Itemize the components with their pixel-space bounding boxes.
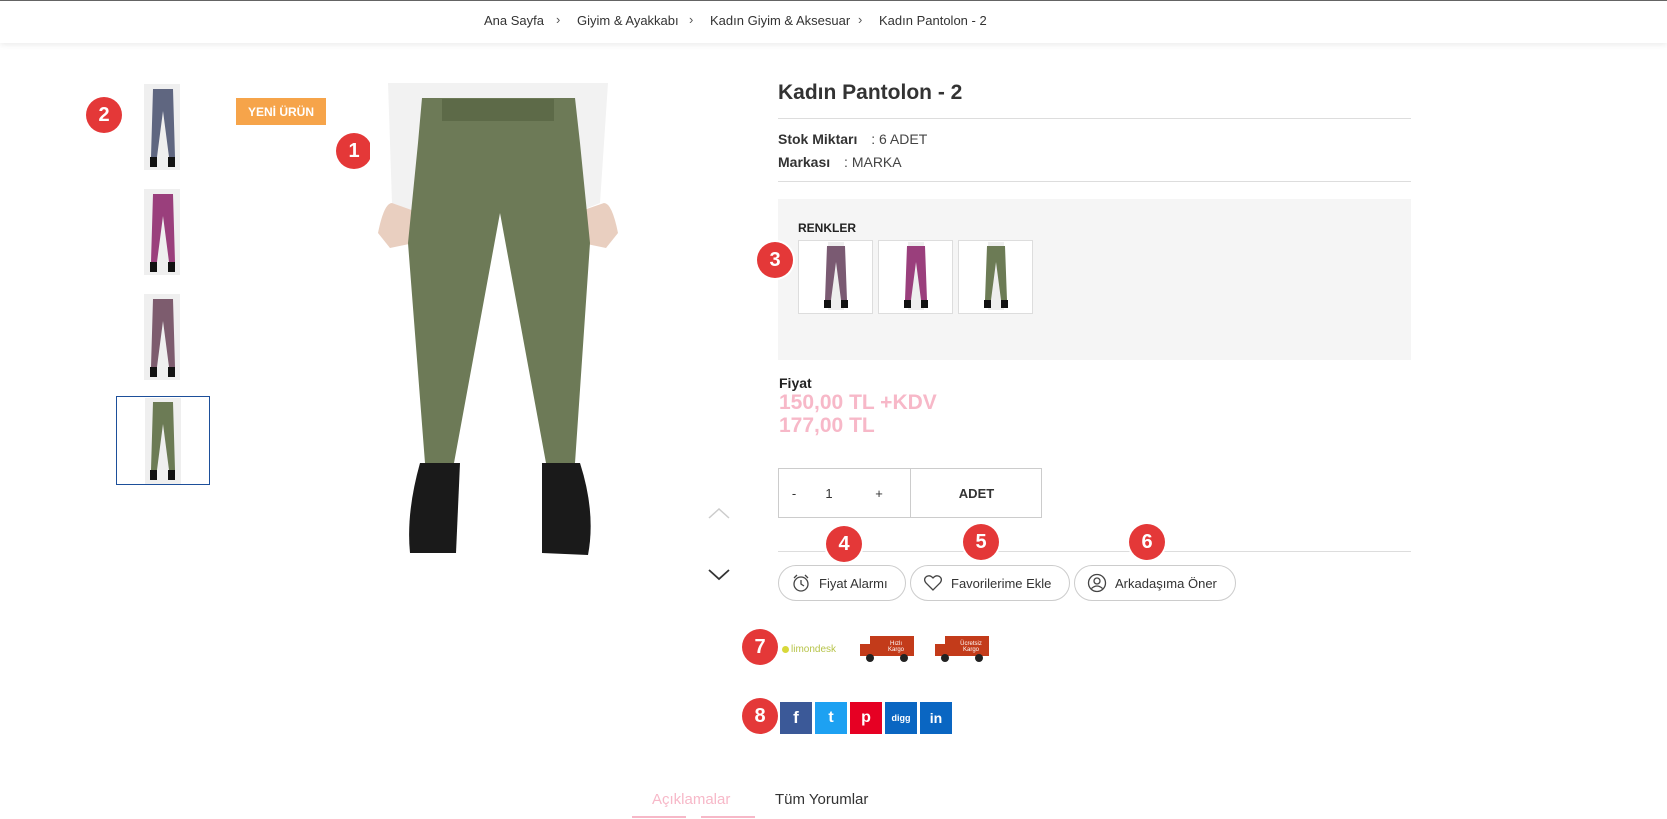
pinterest-share-icon[interactable]: p bbox=[850, 702, 882, 734]
annotation-badge-2: 2 bbox=[86, 97, 122, 133]
main-product-image[interactable] bbox=[370, 83, 626, 591]
pants-image bbox=[150, 88, 175, 167]
color-option-purple-gray[interactable] bbox=[798, 240, 873, 314]
twitter-share-icon[interactable]: t bbox=[815, 702, 847, 734]
chevron-down-icon[interactable] bbox=[707, 562, 731, 586]
price-excl-vat: 150,00 TL +KDV bbox=[779, 391, 937, 414]
limondesk-logo-dot bbox=[782, 645, 789, 653]
thumbnail-2[interactable] bbox=[116, 188, 210, 277]
quantity-stepper: - 1 + ADET bbox=[778, 468, 1042, 518]
price-alarm-button[interactable]: Fiyat Alarmı bbox=[778, 565, 906, 601]
divider bbox=[778, 551, 1411, 552]
digg-share-icon[interactable]: digg bbox=[885, 702, 917, 734]
annotation-badge-3: 3 bbox=[757, 242, 793, 278]
pants-swatch-image bbox=[823, 242, 848, 310]
breadcrumb-separator: › bbox=[556, 12, 561, 27]
breadcrumb-current: Kadın Pantolon - 2 bbox=[879, 13, 987, 28]
price-incl-vat: 177,00 TL bbox=[779, 414, 875, 437]
facebook-share-icon[interactable]: f bbox=[780, 702, 812, 734]
quantity-unit-label: ADET bbox=[910, 469, 1042, 517]
quantity-increase-button[interactable]: + bbox=[849, 486, 909, 501]
add-to-favorites-button[interactable]: Favorilerime Ekle bbox=[910, 565, 1070, 601]
limondesk-logo: limondesk bbox=[782, 633, 836, 665]
breadcrumb: Ana Sayfa › Giyim & Ayakkabı › Kadın Giy… bbox=[0, 1, 1667, 43]
brand-label: Markası bbox=[778, 154, 831, 170]
thumbnail-1[interactable] bbox=[116, 83, 210, 172]
breadcrumb-home[interactable]: Ana Sayfa bbox=[484, 13, 544, 28]
pants-image bbox=[150, 298, 175, 377]
color-options-panel: RENKLER bbox=[778, 199, 1411, 360]
divider bbox=[778, 118, 1411, 119]
fast-shipping-text: Hızlı Kargo bbox=[887, 641, 904, 653]
linkedin-share-icon[interactable]: in bbox=[920, 702, 952, 734]
quantity-decrease-button[interactable]: - bbox=[779, 486, 809, 501]
stock-row: Stok Miktarı : 6 ADET bbox=[778, 131, 927, 147]
breadcrumb-women[interactable]: Kadın Giyim & Aksesuar bbox=[710, 13, 850, 28]
fast-shipping-badge: Hızlı Kargo bbox=[860, 633, 916, 665]
recommend-to-friend-button[interactable]: Arkadaşıma Öner bbox=[1074, 565, 1236, 601]
chevron-up-icon[interactable] bbox=[707, 502, 731, 526]
brand-row: Markası : MARKA bbox=[778, 154, 902, 170]
product-title: Kadın Pantolon - 2 bbox=[778, 81, 963, 104]
breadcrumb-separator: › bbox=[858, 12, 863, 27]
tab-active-indicator bbox=[632, 816, 686, 818]
price-label: Fiyat bbox=[779, 375, 812, 391]
favorites-label: Favorilerime Ekle bbox=[951, 575, 1052, 591]
limondesk-text: limondesk bbox=[791, 643, 837, 655]
tab-descriptions[interactable]: Açıklamalar bbox=[652, 791, 730, 808]
breadcrumb-separator: › bbox=[689, 12, 694, 27]
annotation-badge-8: 8 bbox=[742, 698, 778, 734]
pants-image bbox=[150, 401, 175, 480]
user-icon bbox=[1087, 573, 1107, 593]
tab-all-reviews[interactable]: Tüm Yorumlar bbox=[775, 791, 868, 808]
thumbnail-3[interactable] bbox=[116, 293, 210, 382]
thumbnail-4-selected[interactable] bbox=[116, 396, 210, 485]
annotation-badge-7: 7 bbox=[742, 629, 778, 665]
quantity-input[interactable]: 1 bbox=[809, 486, 849, 501]
brand-value: : MARKA bbox=[844, 154, 902, 170]
pants-image bbox=[150, 193, 175, 272]
annotation-badge-6: 6 bbox=[1129, 524, 1165, 560]
divider bbox=[778, 181, 1411, 182]
breadcrumb-clothing[interactable]: Giyim & Ayakkabı bbox=[577, 13, 679, 28]
stock-label: Stok Miktarı bbox=[778, 131, 858, 147]
colors-label: RENKLER bbox=[798, 221, 857, 235]
free-shipping-badge: Ücretsiz Kargo bbox=[935, 633, 991, 665]
annotation-badge-4: 4 bbox=[826, 526, 862, 562]
alarm-clock-icon bbox=[793, 574, 809, 592]
color-option-olive[interactable] bbox=[958, 240, 1033, 314]
annotation-badge-5: 5 bbox=[963, 524, 999, 560]
pants-main-image bbox=[378, 83, 618, 555]
annotation-badge-1: 1 bbox=[336, 133, 372, 169]
pants-swatch-image bbox=[903, 242, 928, 310]
color-option-magenta[interactable] bbox=[878, 240, 953, 314]
tab-active-indicator bbox=[701, 816, 755, 818]
free-shipping-text: Ücretsiz Kargo bbox=[960, 641, 982, 653]
recommend-label: Arkadaşıma Öner bbox=[1115, 575, 1217, 591]
pants-swatch-image bbox=[983, 242, 1008, 310]
heart-icon bbox=[923, 575, 943, 591]
price-alarm-label: Fiyat Alarmı bbox=[819, 575, 888, 591]
new-product-badge: YENİ ÜRÜN bbox=[236, 98, 326, 125]
stock-value: : 6 ADET bbox=[871, 131, 928, 147]
